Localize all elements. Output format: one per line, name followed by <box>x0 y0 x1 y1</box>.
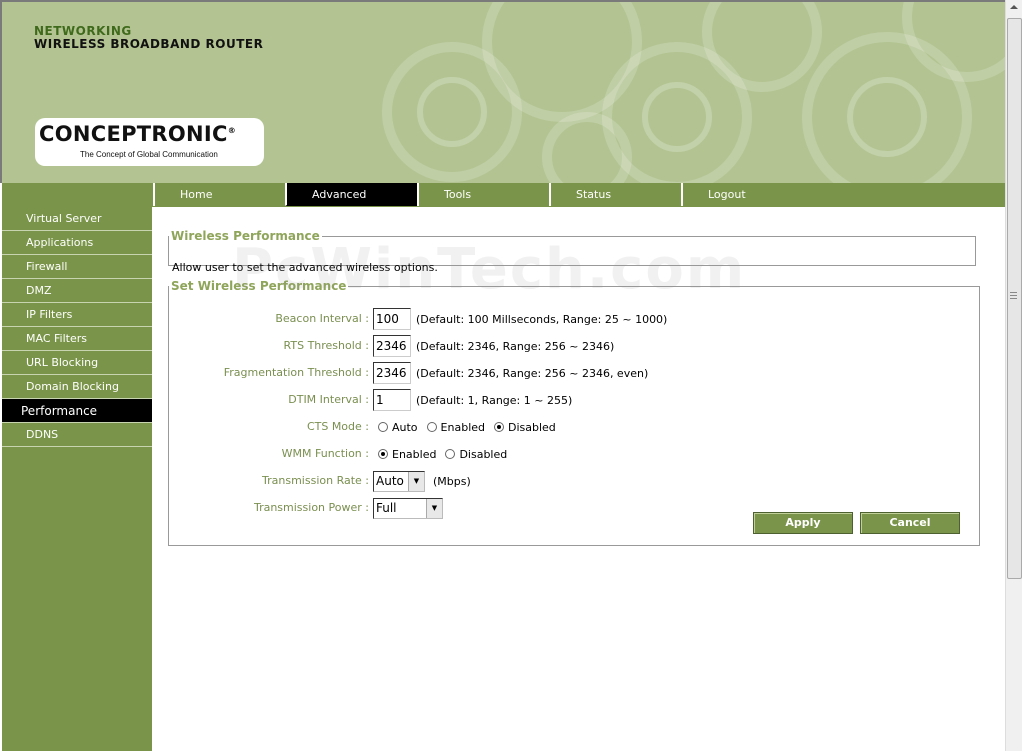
scroll-up-icon[interactable] <box>1010 5 1018 9</box>
chevron-down-icon: ▼ <box>408 471 424 491</box>
rts-threshold-input[interactable]: 2346 <box>373 335 411 357</box>
radio-icon <box>378 422 388 432</box>
radio-icon <box>426 422 437 432</box>
sidebar-item-ip-filters[interactable]: IP Filters <box>2 303 152 327</box>
cancel-button[interactable]: Cancel <box>860 512 960 534</box>
wireless-performance-section: Wireless Performance Allow user to set t… <box>168 229 976 274</box>
header-banner: NETWORKING WIRELESS BROADBAND ROUTER CON… <box>0 0 1005 183</box>
scrollbar-grip-icon <box>1010 292 1017 299</box>
sidebar-item-ddns[interactable]: DDNS <box>2 423 152 447</box>
conceptronic-logo: CONCEPTRONIC® The Concept of Global Comm… <box>35 118 264 166</box>
main-content: Wireless Performance Allow user to set t… <box>152 207 1005 751</box>
radio-icon <box>445 449 456 459</box>
dtim-interval-hint: (Default: 1, Range: 1 ~ 255) <box>416 393 573 407</box>
sidebar: Virtual Server Applications Firewall DMZ… <box>2 207 152 751</box>
radio-selected-icon <box>494 422 504 432</box>
rts-threshold-hint: (Default: 2346, Range: 256 ~ 2346) <box>416 339 615 353</box>
sidebar-item-domain-blocking[interactable]: Domain Blocking <box>2 375 152 399</box>
swirl-decoration <box>642 82 712 152</box>
fragmentation-threshold-input[interactable]: 2346 <box>373 362 411 384</box>
brand-networking: NETWORKING <box>34 24 132 38</box>
transmission-rate-select[interactable]: Auto ▼ <box>373 470 425 492</box>
swirl-decoration <box>417 77 487 147</box>
transmission-power-label: Transmission Power : <box>253 501 369 514</box>
radio-selected-icon <box>378 449 388 459</box>
fragmentation-threshold-label: Fragmentation Threshold : <box>223 366 369 379</box>
beacon-interval-input[interactable]: 100 <box>373 308 411 330</box>
section-description: Allow user to set the advanced wireless … <box>172 261 438 274</box>
sidebar-item-performance[interactable]: Performance <box>2 399 152 423</box>
top-navigation: Home Advanced Tools Status Logout <box>2 183 1005 207</box>
rts-threshold-label: RTS Threshold : <box>283 339 369 352</box>
section-title: Wireless Performance <box>171 229 320 243</box>
logo-tagline: The Concept of Global Communication <box>80 150 218 159</box>
tab-tools[interactable]: Tools <box>417 183 549 206</box>
transmission-rate-label: Transmission Rate : <box>262 474 369 487</box>
cts-mode-disabled-radio[interactable]: Disabled <box>494 421 556 434</box>
wmm-function-label: WMM Function : <box>281 447 369 460</box>
dtim-interval-input[interactable]: 1 <box>373 389 411 411</box>
sidebar-item-virtual-server[interactable]: Virtual Server <box>2 207 152 231</box>
wmm-enabled-radio[interactable]: Enabled <box>378 448 436 461</box>
brand-product: WIRELESS BROADBAND ROUTER <box>34 37 264 51</box>
chevron-down-icon: ▼ <box>426 498 442 518</box>
sidebar-item-dmz[interactable]: DMZ <box>2 279 152 303</box>
transmission-rate-unit: (Mbps) <box>433 474 471 488</box>
tab-advanced[interactable]: Advanced <box>285 183 417 206</box>
logo-wordmark: CONCEPTRONIC® <box>39 122 237 146</box>
sidebar-item-url-blocking[interactable]: URL Blocking <box>2 351 152 375</box>
swirl-decoration <box>847 77 927 157</box>
vertical-scrollbar[interactable] <box>1005 0 1022 751</box>
fragmentation-threshold-hint: (Default: 2346, Range: 256 ~ 2346, even) <box>416 366 649 380</box>
tab-status[interactable]: Status <box>549 183 681 206</box>
transmission-power-select[interactable]: Full ▼ <box>373 497 443 519</box>
apply-button[interactable]: Apply <box>753 512 853 534</box>
set-wireless-performance-section: Set Wireless Performance Beacon Interval… <box>168 279 980 546</box>
beacon-interval-hint: (Default: 100 Millseconds, Range: 25 ~ 1… <box>416 312 668 326</box>
beacon-interval-label: Beacon Interval : <box>275 312 369 325</box>
tab-logout[interactable]: Logout <box>681 183 813 206</box>
tab-home[interactable]: Home <box>153 183 285 206</box>
cts-mode-enabled-radio[interactable]: Enabled <box>426 421 485 434</box>
section-title: Set Wireless Performance <box>171 279 347 293</box>
cts-mode-auto-radio[interactable]: Auto <box>378 421 418 434</box>
sidebar-item-applications[interactable]: Applications <box>2 231 152 255</box>
dtim-interval-label: DTIM Interval : <box>288 393 369 406</box>
sidebar-item-firewall[interactable]: Firewall <box>2 255 152 279</box>
cts-mode-label: CTS Mode : <box>306 420 369 433</box>
wmm-disabled-radio[interactable]: Disabled <box>445 448 507 461</box>
sidebar-item-mac-filters[interactable]: MAC Filters <box>2 327 152 351</box>
